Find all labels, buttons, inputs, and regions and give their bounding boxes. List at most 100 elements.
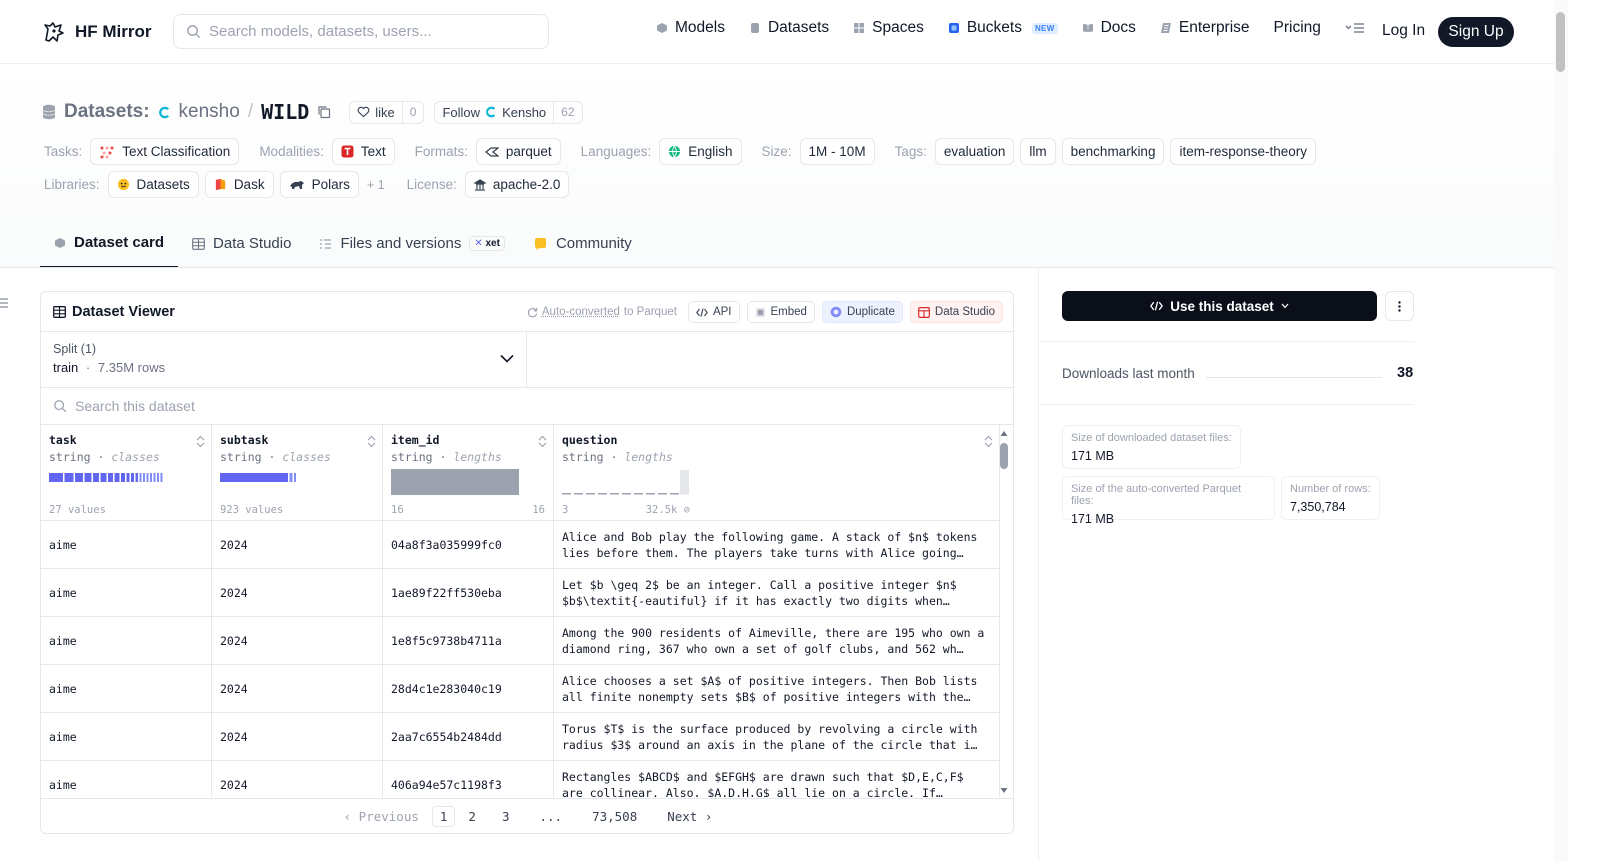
- library-tag[interactable]: Dask: [204, 171, 274, 198]
- split-name: train: [53, 360, 79, 375]
- tab-files-and-versions[interactable]: Files and versions ✕ xet: [305, 228, 519, 268]
- page-button-current[interactable]: 1: [431, 805, 456, 827]
- language-tag[interactable]: English: [659, 138, 742, 165]
- topic-tag[interactable]: benchmarking: [1061, 138, 1165, 165]
- search-icon: [187, 25, 201, 39]
- table-row[interactable]: aime 2024 28d4c1e283040c19 Alice chooses…: [41, 665, 1000, 713]
- nav-more-menu[interactable]: [1345, 22, 1365, 34]
- nav-link-label: Enterprise: [1178, 19, 1250, 36]
- library-tag[interactable]: Polars: [279, 171, 359, 198]
- follow-button[interactable]: Follow Kensho 62: [434, 100, 583, 124]
- files-icon: [320, 238, 332, 249]
- brand-logo-icon: [44, 22, 64, 42]
- refresh-icon: [527, 307, 538, 317]
- page-button-last[interactable]: 73,508: [583, 809, 646, 824]
- parquet-icon: [484, 146, 499, 157]
- tab-label: Dataset card: [74, 234, 165, 251]
- table-row[interactable]: aime 2024 406a94e57c1198f3 Rectangles $A…: [41, 761, 1000, 797]
- page-scrollbar[interactable]: [1554, 0, 1568, 861]
- nav-link-spaces[interactable]: Spaces: [853, 19, 924, 37]
- duplicate-label: Duplicate: [846, 306, 895, 318]
- license-tag[interactable]: apache-2.0: [464, 171, 570, 198]
- use-this-dataset-label: Use this dataset: [1170, 298, 1274, 314]
- table-row[interactable]: aime 2024 1e8f5c9738b4711a Among the 900…: [41, 617, 1000, 665]
- column-header-task[interactable]: task string · classes 27 values: [41, 425, 212, 521]
- table-row[interactable]: aime 2024 2aa7c6554b2484dd Torus $T$ is …: [41, 713, 1000, 761]
- header-divider: [0, 267, 1554, 268]
- models-icon: [657, 23, 667, 33]
- datasets-icon: [750, 23, 759, 33]
- like-button[interactable]: like 0: [349, 100, 425, 124]
- split-selector[interactable]: Split (1) train · 7.35M rows: [41, 332, 527, 387]
- login-link[interactable]: Log In: [1382, 22, 1425, 40]
- sort-icon[interactable]: [538, 435, 547, 448]
- prev-page-button[interactable]: ‹ Previous: [335, 809, 428, 824]
- cell-question: Among the 900 residents of Aimeville, th…: [554, 617, 1000, 665]
- nav-link-models[interactable]: Models: [656, 19, 725, 37]
- stat-value: 171 MB: [1071, 512, 1115, 526]
- data-studio-button[interactable]: Data Studio: [909, 301, 1003, 323]
- size-tag[interactable]: 1M - 10M: [799, 138, 875, 165]
- task-tag[interactable]: Text Classification: [90, 138, 240, 165]
- column-name: question: [562, 433, 618, 447]
- nav-link-enterprise[interactable]: Enterprise: [1160, 19, 1250, 37]
- modality-tag[interactable]: Text: [331, 138, 395, 165]
- dataset-owner-link[interactable]: kensho: [179, 101, 240, 123]
- copy-icon[interactable]: [317, 105, 331, 119]
- table-row[interactable]: aime 2024 1ae89f22ff530eba Let $b \geq 2…: [41, 569, 1000, 617]
- embed-button[interactable]: Embed: [746, 301, 815, 323]
- tab-dataset-card[interactable]: Dataset card: [40, 228, 179, 268]
- sort-icon[interactable]: [196, 435, 205, 448]
- enterprise-icon: [1160, 23, 1171, 33]
- api-label: API: [712, 306, 732, 318]
- brand[interactable]: HF Mirror: [42, 20, 152, 44]
- sort-icon[interactable]: [984, 435, 993, 448]
- format-tag[interactable]: parquet: [475, 138, 561, 165]
- duplicate-button[interactable]: Duplicate: [821, 301, 903, 323]
- cell-item-id: 1e8f5c9738b4711a: [383, 617, 554, 665]
- prev-label: Previous: [358, 808, 419, 824]
- page-ellipsis: ...: [539, 808, 563, 824]
- tag-label: parquet: [505, 144, 552, 159]
- cell-item-id: 406a94e57c1198f3: [383, 761, 554, 797]
- api-button[interactable]: API: [687, 301, 740, 323]
- column-header-subtask[interactable]: subtask string · classes 923 values: [212, 425, 383, 521]
- table-scrollbar[interactable]: [999, 429, 1009, 795]
- tab-label: Files and versions: [340, 235, 462, 252]
- auto-converted-link[interactable]: Auto-converted: [542, 306, 620, 318]
- global-search-input[interactable]: Search models, datasets, users...: [173, 14, 549, 49]
- page-button[interactable]: 3: [493, 809, 519, 824]
- topic-tag[interactable]: item-response-theory: [1170, 138, 1317, 165]
- follow-count: 62: [553, 101, 581, 123]
- next-page-button[interactable]: Next ›: [658, 809, 721, 824]
- library-tag[interactable]: Datasets: [107, 171, 199, 198]
- table-row[interactable]: aime 2024 04a8f3a035999fc0 Alice and Bob…: [41, 521, 1000, 569]
- use-this-dataset-button[interactable]: Use this dataset: [1062, 291, 1377, 321]
- nav-link-buckets[interactable]: Buckets NEW: [948, 19, 1058, 37]
- tab-community[interactable]: Community: [519, 228, 646, 268]
- nav-link-datasets[interactable]: Datasets: [749, 19, 829, 37]
- sort-icon[interactable]: [367, 435, 376, 448]
- cell-subtask: 2024: [212, 665, 383, 713]
- nav-link-docs[interactable]: Docs: [1082, 19, 1136, 37]
- xet-label: xet: [485, 238, 500, 249]
- topic-tag[interactable]: llm: [1020, 138, 1056, 165]
- more-options-button[interactable]: [1385, 291, 1414, 321]
- page-scrollbar-thumb[interactable]: [1556, 12, 1565, 72]
- like-label: like: [375, 104, 395, 120]
- dataset-icon: [42, 104, 56, 120]
- dataset-search-input[interactable]: Search this dataset: [41, 388, 1013, 425]
- page-button[interactable]: 2: [459, 809, 485, 824]
- split-value: train · 7.35M rows: [53, 360, 514, 375]
- tab-data-studio[interactable]: Data Studio: [178, 228, 305, 268]
- column-header-question[interactable]: question string · lengths 3 32.5k ⊘: [554, 425, 1000, 521]
- nav-link-pricing[interactable]: Pricing: [1274, 19, 1321, 37]
- side-panel-toggle-icon[interactable]: [0, 297, 8, 309]
- dataset-name-link[interactable]: WILD: [261, 100, 309, 124]
- topic-tag[interactable]: evaluation: [934, 138, 1015, 165]
- downloads-label: Downloads last month: [1062, 366, 1195, 381]
- signup-button[interactable]: Sign Up: [1438, 17, 1514, 47]
- column-type: string · lengths: [391, 450, 502, 464]
- column-header-item-id[interactable]: item_id string · lengths 16 16: [383, 425, 554, 521]
- more-libraries[interactable]: + 1: [367, 178, 385, 192]
